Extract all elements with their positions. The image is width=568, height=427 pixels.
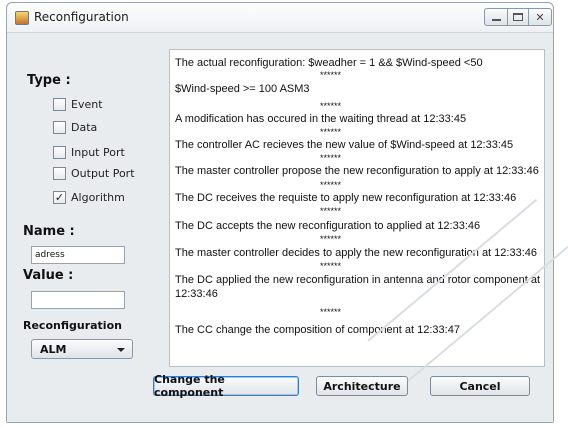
java-app-icon [15,11,29,25]
reconfiguration-select[interactable]: ALM [31,339,133,359]
minimize-icon [491,19,501,21]
log-entry: The controller AC recieves the new value… [175,139,514,151]
checkbox-label: Output Port [71,166,135,180]
log-separator: ****** [320,307,342,317]
close-button[interactable]: ✕ [528,8,552,26]
log-separator: ****** [320,101,342,111]
log-entry: The DC applied the new reconfiguration i… [175,274,541,286]
log-separator: ****** [320,127,342,137]
window-title: Reconfiguration [34,10,129,24]
log-separator: ****** [320,180,342,190]
log-entry: $Wind-speed >= 100 ASM3 [175,83,310,95]
log-entry: The master controller decides to apply t… [175,247,537,259]
reconfiguration-log[interactable]: The actual reconfiguration: $weadher = 1… [169,49,545,367]
value-label: Value : [23,268,74,283]
log-separator: ****** [320,70,342,80]
minimize-button[interactable] [484,8,508,26]
name-field[interactable]: adress [31,246,125,264]
change-component-button[interactable]: Change the component [153,373,299,399]
checkbox-label: Algorithm [71,190,125,204]
architecture-button[interactable]: Architecture [316,376,408,396]
checkbox-algorithm[interactable]: ✓ Algorithm [53,189,125,205]
log-entry: The CC change the composition of compone… [175,324,460,336]
checkbox-label: Data [71,120,98,134]
title-bar[interactable]: Reconfiguration ✕ [7,3,553,33]
dialog-content: Type : Event Data Input Port Output Port… [7,33,553,422]
close-icon: ✕ [535,10,545,24]
cancel-button[interactable]: Cancel [430,376,530,396]
name-label: Name : [23,224,75,239]
log-separator: ****** [320,234,342,244]
log-entry: The master controller propose the new re… [175,165,539,177]
log-entry: The actual reconfiguration: $weadher = 1… [175,57,483,69]
value-field[interactable] [31,291,125,309]
checkbox-output-port[interactable]: Output Port [53,165,135,181]
checkmark-icon[interactable]: ✓ [53,190,66,204]
checkbox-data[interactable]: Data [53,119,97,135]
log-entry: The DC accepts the new reconfiguration t… [175,220,481,232]
checkbox-input-port[interactable]: Input Port [53,144,125,160]
log-entry: 12:33:46 [175,288,218,300]
maximize-button[interactable] [507,8,529,26]
log-entry: A modification has occured in the waitin… [175,113,467,125]
maximize-icon [513,13,523,21]
log-separator: ****** [320,153,342,163]
checkbox-box[interactable] [53,166,66,180]
checkbox-box[interactable] [53,145,66,159]
type-label: Type : [27,73,71,88]
checkbox-box[interactable] [53,120,66,134]
checkbox-label: Event [71,97,103,111]
reconfiguration-label: Reconfiguration [23,319,122,332]
log-separator: ****** [320,206,342,216]
reconfiguration-window: Reconfiguration ✕ Type : Event Data Inpu… [6,2,554,423]
checkbox-box[interactable] [53,97,66,111]
chevron-down-icon [117,348,125,352]
log-entry: The DC receives the requiste to apply ne… [175,192,517,204]
checkbox-event[interactable]: Event [53,96,103,112]
reconfiguration-selected: ALM [40,343,67,356]
checkbox-label: Input Port [71,145,125,159]
log-separator: ****** [320,261,342,271]
